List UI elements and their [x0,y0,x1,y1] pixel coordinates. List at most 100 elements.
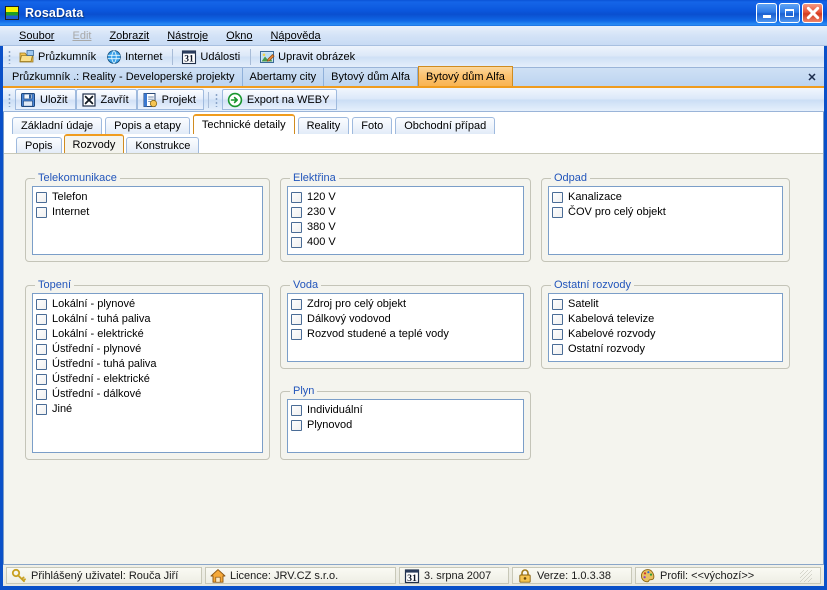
checklist-voda[interactable]: Zdroj pro celý objekt Dálkový vodovod Ro… [287,293,524,362]
title-bar: RosaData [0,0,827,26]
checkbox-lokalni-elektricke[interactable] [36,329,47,340]
checkbox-row-rozvod-studene-a-teple-vody[interactable]: Rozvod studené a teplé vody [291,327,521,342]
tab-foto[interactable]: Foto [352,117,393,134]
checkbox-row-ustredni-plynove[interactable]: Ústřední - plynové [36,342,260,357]
close-x-icon [81,92,96,107]
checkbox-plynovod[interactable] [291,420,302,431]
document-tab-bytovy-dum-alfa-2[interactable]: Bytový dům Alfa [418,66,513,86]
subtab-rozvody[interactable]: Rozvody [63,134,125,153]
record-toolbar: Uložit Zavřít Projekt Export na WEBY [3,88,824,112]
tab-obchodni-pripad[interactable]: Obchodní případ [395,117,496,134]
checkbox-row-cov[interactable]: ČOV pro celý objekt [552,205,780,220]
close-button[interactable] [802,3,823,23]
toolbar-button-internet[interactable]: Internet [102,47,168,66]
checklist-plyn[interactable]: Individuální Plynovod [287,399,524,453]
house-icon [210,568,226,583]
export-toolbar-grip[interactable] [214,92,218,107]
picture-edit-icon [260,50,275,63]
document-tab-abertamy-city[interactable]: Abertamy city [243,68,325,86]
close-record-button[interactable]: Zavřít [75,89,137,110]
checkbox-rozvod-studene-a-teple-vody[interactable] [291,329,302,340]
checkbox-380v[interactable] [291,222,302,233]
checklist-ostatni-rozvody[interactable]: Satelit Kabelová televize Kabelové rozvo… [548,293,783,362]
checkbox-individualni[interactable] [291,405,302,416]
minimize-button[interactable] [756,3,777,23]
toolbar-button-udalosti[interactable]: 31 Události [177,47,246,66]
status-cell-version: Verze: 1.0.3.38 [512,567,632,584]
checkbox-row-jine[interactable]: Jiné [36,402,260,417]
tab-reality[interactable]: Reality [297,117,350,134]
checkbox-120v[interactable] [291,192,302,203]
checkbox-row-kanalizace[interactable]: Kanalizace [552,190,780,205]
menu-item-nastroje[interactable]: Nástroje [158,28,217,44]
menu-item-soubor[interactable]: Soubor [10,28,63,44]
checkbox-telefon[interactable] [36,192,47,203]
checkbox-row-lokalni-elektricke[interactable]: Lokální - elektrické [36,327,260,342]
checkbox-row-internet[interactable]: Internet [36,205,260,220]
checkbox-cov[interactable] [552,207,563,218]
checkbox-kanalizace[interactable] [552,192,563,203]
tab-technicke-detaily[interactable]: Technické detaily [192,114,295,134]
checkbox-row-ostatni-rozvody[interactable]: Ostatní rozvody [552,342,780,357]
checkbox-row-ustredni-tuha-paliva[interactable]: Ústřední - tuhá paliva [36,357,260,372]
checkbox-row-ustredni-elektricke[interactable]: Ústřední - elektrické [36,372,260,387]
menu-item-okno[interactable]: Okno [217,28,261,44]
checkbox-row-120v[interactable]: 120 V [291,190,521,205]
checkbox-row-individualni[interactable]: Individuální [291,403,521,418]
calendar-31-icon: 31 [404,568,420,583]
checkbox-row-lokalni-plynove[interactable]: Lokální - plynové [36,297,260,312]
export-web-button[interactable]: Export na WEBY [221,89,338,110]
checkbox-400v[interactable] [291,237,302,248]
checkbox-row-400v[interactable]: 400 V [291,235,521,250]
checkbox-lokalni-plynove[interactable] [36,299,47,310]
checkbox-row-ustredni-dalkove[interactable]: Ústřední - dálkové [36,387,260,402]
checkbox-internet[interactable] [36,207,47,218]
maximize-button[interactable] [779,3,800,23]
checkbox-230v[interactable] [291,207,302,218]
checkbox-jine[interactable] [36,404,47,415]
checklist-telekomunikace[interactable]: Telefon Internet [32,186,263,255]
checkbox-kabelova-televize[interactable] [552,314,563,325]
checkbox-ustredni-elektricke[interactable] [36,374,47,385]
checkbox-label-400v: 400 V [307,236,336,248]
checkbox-row-kabelove-rozvody[interactable]: Kabelové rozvody [552,327,780,342]
toolbar-button-pruzkumnik[interactable]: Průzkumník [15,47,102,66]
checkbox-row-zdroj-pro-cely-objekt[interactable]: Zdroj pro celý objekt [291,297,521,312]
toolbar-button-upravit-obrazek[interactable]: Upravit obrázek [255,47,361,66]
resize-grip[interactable] [800,569,812,582]
checkbox-row-kabelova-televize[interactable]: Kabelová televize [552,312,780,327]
document-tab-bytovy-dum-alfa-1[interactable]: Bytový dům Alfa [324,68,419,86]
checkbox-row-satelit[interactable]: Satelit [552,297,780,312]
checkbox-ustredni-plynove[interactable] [36,344,47,355]
checkbox-row-dalkovy-vodovod[interactable]: Dálkový vodovod [291,312,521,327]
document-tabs-close-icon[interactable]: ✕ [805,70,819,84]
document-tab-pruzkumnik[interactable]: Průzkumník .: Reality - Developerské pro… [5,68,243,86]
rosadata-logo-icon [4,5,20,21]
checklist-topeni[interactable]: Lokální - plynové Lokální - tuhá paliva … [32,293,263,453]
toolbar-grip[interactable] [8,49,11,64]
checkbox-lokalni-tuha-paliva[interactable] [36,314,47,325]
menu-item-napoveda[interactable]: Nápověda [261,28,329,44]
checkbox-ustredni-tuha-paliva[interactable] [36,359,47,370]
checkbox-ustredni-dalkove[interactable] [36,389,47,400]
tab-popis-a-etapy[interactable]: Popis a etapy [105,117,190,134]
checkbox-zdroj-pro-cely-objekt[interactable] [291,299,302,310]
checkbox-satelit[interactable] [552,299,563,310]
save-button[interactable]: Uložit [15,89,76,110]
checkbox-dalkovy-vodovod[interactable] [291,314,302,325]
subtab-konstrukce[interactable]: Konstrukce [126,137,200,153]
tab-zakladni-udaje[interactable]: Základní údaje [12,117,103,134]
checkbox-row-lokalni-tuha-paliva[interactable]: Lokální - tuhá paliva [36,312,260,327]
record-toolbar-grip[interactable] [8,92,11,107]
checklist-elektrina[interactable]: 120 V 230 V 380 V 400 V [287,186,524,255]
checkbox-row-230v[interactable]: 230 V [291,205,521,220]
checklist-odpad[interactable]: Kanalizace ČOV pro celý objekt [548,186,783,255]
checkbox-row-380v[interactable]: 380 V [291,220,521,235]
checkbox-row-plynovod[interactable]: Plynovod [291,418,521,433]
project-button[interactable]: Projekt [136,89,204,110]
checkbox-row-telefon[interactable]: Telefon [36,190,260,205]
checkbox-ostatni-rozvody[interactable] [552,344,563,355]
subtab-popis[interactable]: Popis [16,137,62,153]
checkbox-kabelove-rozvody[interactable] [552,329,563,340]
menu-item-zobrazit[interactable]: Zobrazit [100,28,158,44]
